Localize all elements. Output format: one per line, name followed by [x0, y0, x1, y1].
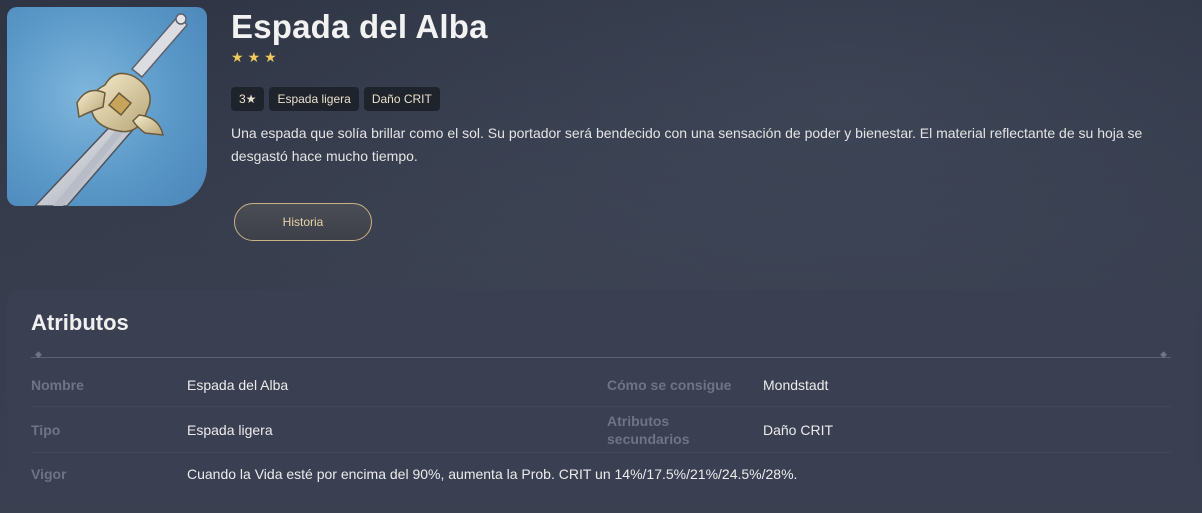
weapon-thumbnail [7, 7, 207, 206]
tag-type: Espada ligera [269, 87, 359, 111]
tag-list: 3★ Espada ligera Daño CRIT [231, 87, 440, 111]
attribute-label: Vigor [31, 466, 67, 482]
sword-icon [33, 13, 188, 206]
attribute-value: Mondstadt [763, 376, 829, 393]
weapon-header: Espada del Alba ★ ★ ★ 3★ Espada ligera D… [0, 0, 1202, 290]
attributes-panel: Atributos Nombre Espada del Alba Cómo se… [7, 290, 1195, 506]
attribute-row: Tipo Espada ligera Atributos secundarios… [31, 407, 1171, 453]
rarity-stars: ★ ★ ★ [231, 50, 277, 66]
star-icon: ★ [264, 50, 277, 66]
attribute-row: Vigor Cuando la Vida esté por encima del… [31, 453, 1171, 495]
attribute-label: Tipo [31, 421, 61, 438]
tag-substat: Daño CRIT [363, 87, 440, 111]
story-button[interactable]: Historia [234, 203, 372, 241]
attribute-label: Atributos secundarios [607, 412, 690, 447]
section-divider [31, 350, 1171, 360]
attribute-label: Cómo se consigue [607, 376, 732, 393]
attribute-value: Espada ligera [187, 421, 273, 438]
attribute-value: Daño CRIT [763, 421, 834, 438]
star-icon: ★ [247, 50, 261, 66]
attribute-value: Cuando la Vida esté por encima del 90%, … [187, 466, 798, 482]
attributes-title: Atributos [31, 310, 129, 335]
weapon-description: Una espada que solía brillar como el sol… [231, 125, 1143, 164]
tag-rarity: 3★ [231, 87, 265, 111]
star-icon: ★ [231, 50, 244, 66]
attribute-row: Nombre Espada del Alba Cómo se consigue … [31, 363, 1171, 407]
attribute-value: Espada del Alba [187, 376, 289, 393]
attribute-label: Nombre [31, 376, 84, 393]
weapon-title: Espada del Alba [231, 8, 488, 45]
